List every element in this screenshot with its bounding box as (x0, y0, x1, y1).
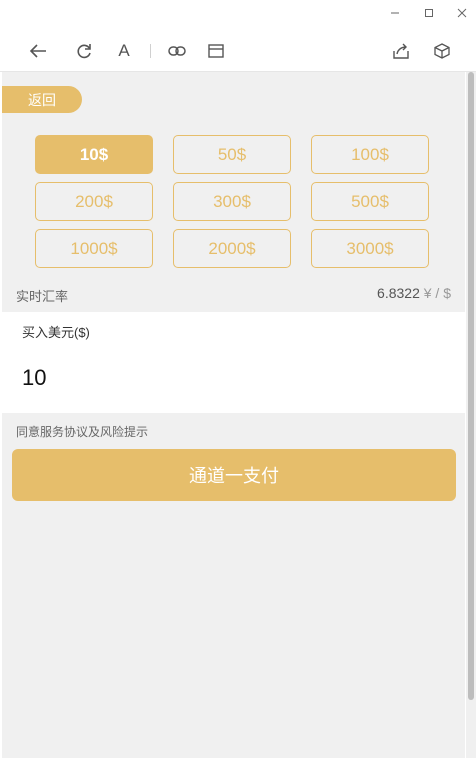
minimize-icon[interactable] (385, 4, 405, 22)
back-arrow-icon[interactable] (27, 40, 49, 62)
exchange-rate-label: 实时汇率 (16, 289, 69, 304)
scrollbar[interactable] (466, 72, 476, 758)
amount-option-3000[interactable]: 3000$ (311, 229, 429, 268)
amount-option-100[interactable]: 100$ (311, 135, 429, 174)
amount-option-200[interactable]: 200$ (35, 182, 153, 221)
exchange-rate-row: 实时汇率 6.8322 ¥ / $ (2, 283, 465, 313)
close-icon[interactable] (452, 4, 472, 22)
exchange-rate-value: 6.8322 ¥ / $ (377, 285, 451, 301)
share-icon[interactable] (390, 40, 412, 62)
title-bar (0, 0, 476, 28)
amount-option-2000[interactable]: 2000$ (173, 229, 291, 268)
link-icon[interactable] (166, 40, 188, 62)
amount-option-1000[interactable]: 1000$ (35, 229, 153, 268)
buy-usd-label: 买入美元($) (22, 325, 90, 340)
amount-option-10[interactable]: 10$ (35, 135, 153, 174)
amount-option-300[interactable]: 300$ (173, 182, 291, 221)
pay-channel-one-button[interactable]: 通道一支付 (12, 449, 456, 501)
toolbar-divider (150, 44, 151, 58)
rate-unit: ¥ / $ (423, 285, 451, 301)
amount-option-500[interactable]: 500$ (311, 182, 429, 221)
refresh-icon[interactable] (73, 40, 95, 62)
maximize-icon[interactable] (419, 4, 439, 22)
buy-amount-input[interactable] (22, 362, 442, 394)
amount-option-50[interactable]: 50$ (173, 135, 291, 174)
scrollbar-thumb[interactable] (468, 72, 474, 700)
page-content: 返回 10$ 50$ 100$ 200$ 300$ 500$ 1000$ 200… (2, 72, 465, 758)
back-button[interactable]: 返回 (2, 86, 82, 113)
cube-icon[interactable] (431, 40, 453, 62)
browser-toolbar: A (0, 28, 476, 72)
agreement-link[interactable]: 同意服务协议及风险提示 (16, 423, 148, 440)
window-icon[interactable] (205, 40, 227, 62)
font-icon[interactable]: A (113, 40, 135, 62)
buy-panel: 买入美元($) (2, 312, 465, 413)
rate-number: 6.8322 (377, 285, 420, 301)
